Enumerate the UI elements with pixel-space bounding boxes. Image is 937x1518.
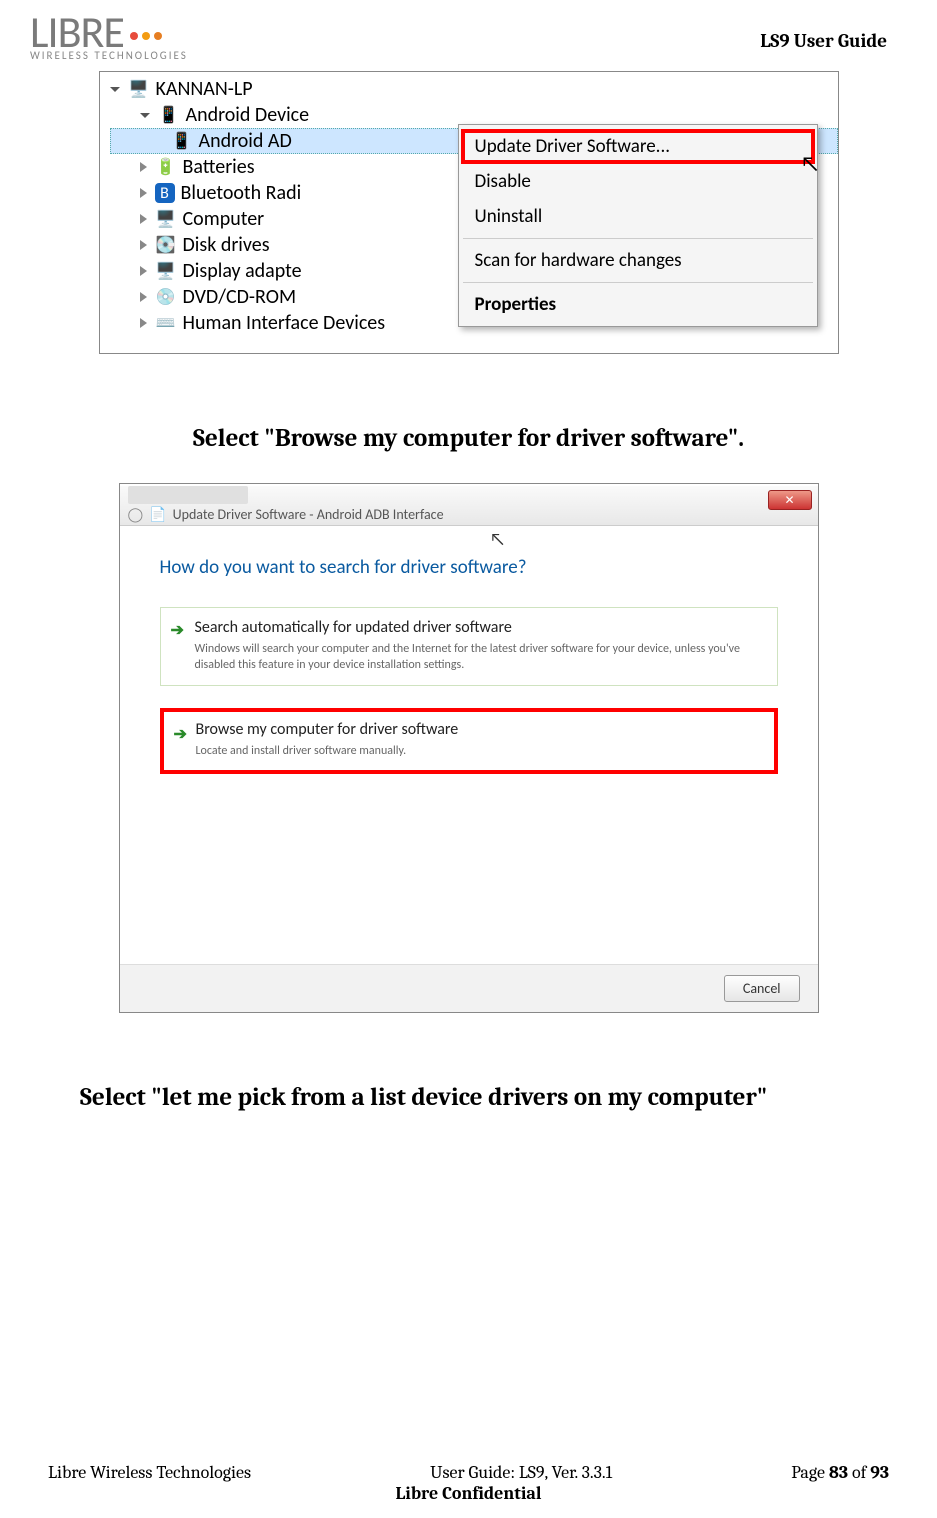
menu-item-label: Disable (475, 170, 531, 193)
menu-properties[interactable]: Properties (461, 287, 815, 322)
page-label: Page (791, 1462, 829, 1483)
footer-confidential: Libre Confidential (396, 1483, 542, 1504)
device-icon: 📄 (149, 506, 166, 523)
cancel-label: Cancel (743, 980, 781, 997)
option-title: Browse my computer for driver software (196, 720, 762, 739)
option-desc: Windows will search your computer and th… (195, 641, 763, 673)
expand-icon (140, 113, 150, 118)
collapse-icon (140, 188, 147, 198)
wizard-body: How do you want to search for driver sof… (120, 526, 818, 774)
menu-item-label: Properties (475, 293, 557, 316)
cursor-icon: ↖ (800, 150, 819, 177)
tree-item-label: Display adapte (183, 259, 302, 283)
menu-uninstall[interactable]: Uninstall (461, 199, 815, 234)
collapse-icon (140, 318, 147, 328)
menu-disable[interactable]: Disable (461, 164, 815, 199)
tree-root-label: KANNAN-LP (156, 77, 253, 101)
tree-item-label: Bluetooth Radi (181, 181, 302, 205)
logo-subtext: WIRELESS TECHNOLOGIES (30, 50, 188, 61)
wizard-title-row: ◯ 📄 Update Driver Software - Android ADB… (128, 506, 818, 523)
computer-icon: 🖥️ (155, 209, 177, 229)
cancel-button[interactable]: Cancel (724, 975, 800, 1002)
collapse-icon (140, 292, 147, 302)
doc-title: LS9 User Guide (760, 30, 887, 52)
bluetooth-icon: B (155, 183, 175, 203)
collapse-icon (140, 214, 147, 224)
logo: LIBRE WIRELESS TECHNOLOGIES (30, 10, 188, 61)
option-search-auto[interactable]: ➔ Search automatically for updated drive… (160, 607, 778, 686)
logo-dots-icon (130, 32, 162, 40)
page-header: LIBRE WIRELESS TECHNOLOGIES LS9 User Gui… (0, 0, 937, 61)
instruction-text: Select "let me pick from a list device d… (80, 1083, 897, 1112)
tree-item-label: DVD/CD-ROM (183, 285, 297, 309)
arrow-icon: ➔ (174, 724, 187, 744)
menu-item-label: Uninstall (475, 205, 543, 228)
tree-root[interactable]: 🖥️ KANNAN-LP (110, 76, 838, 102)
wizard-title: Update Driver Software - Android ADB Int… (173, 506, 444, 523)
menu-separator (463, 282, 813, 283)
wizard-heading: How do you want to search for driver sof… (160, 556, 778, 579)
tree-item-label: Computer (183, 207, 265, 231)
option-title: Search automatically for updated driver … (195, 618, 763, 637)
menu-update-driver[interactable]: Update Driver Software... (461, 129, 815, 164)
footer-company: Libre Wireless Technologies (48, 1462, 251, 1483)
footer-page: Page 83 of 93 (791, 1462, 889, 1483)
menu-item-label: Update Driver Software... (475, 135, 671, 158)
collapse-icon (140, 266, 147, 276)
disk-icon: 💽 (155, 235, 177, 255)
close-icon: ✕ (784, 493, 794, 508)
tree-item-label: Human Interface Devices (183, 311, 386, 335)
footer-version: User Guide: LS9, Ver. 3.3.1 (430, 1462, 612, 1483)
context-menu: Update Driver Software... Disable Uninst… (458, 124, 818, 327)
menu-scan[interactable]: Scan for hardware changes (461, 243, 815, 278)
computer-icon: 🖥️ (128, 79, 150, 99)
menu-separator (463, 238, 813, 239)
logo-main-text: LIBRE (30, 10, 124, 54)
expand-icon (110, 87, 120, 92)
page-current: 83 (829, 1462, 848, 1483)
page-total: 93 (870, 1462, 889, 1483)
cursor-icon: ↖ (490, 528, 506, 550)
back-icon[interactable]: ◯ (128, 506, 144, 523)
page-of: of (848, 1462, 870, 1483)
display-icon: 🖥️ (155, 261, 177, 281)
driver-wizard-screenshot: ◯ 📄 Update Driver Software - Android ADB… (119, 483, 819, 1013)
footer-row: Libre Wireless Technologies User Guide: … (0, 1462, 937, 1483)
tree-item-label: Disk drives (183, 233, 270, 257)
menu-item-label: Scan for hardware changes (475, 249, 682, 272)
close-button[interactable]: ✕ (768, 490, 812, 510)
tree-item-label: Batteries (183, 155, 255, 179)
hid-icon: ⌨️ (155, 313, 177, 333)
collapse-icon (140, 240, 147, 250)
collapse-icon (140, 162, 147, 172)
logo-text: LIBRE (30, 10, 188, 54)
tree-item-label: Android Device (186, 103, 310, 127)
option-browse-computer[interactable]: ➔ Browse my computer for driver software… (160, 708, 778, 773)
option-desc: Locate and install driver software manua… (196, 743, 762, 759)
titlebar-blur (128, 486, 248, 504)
wizard-titlebar: ◯ 📄 Update Driver Software - Android ADB… (120, 486, 818, 526)
device-manager-screenshot: 🖥️ KANNAN-LP 📱 Android Device 📱 Android … (99, 71, 839, 354)
android-icon: 📱 (158, 105, 180, 125)
tree-item-label: Android AD (199, 129, 292, 153)
arrow-icon: ➔ (171, 620, 184, 640)
instruction-text: Select "Browse my computer for driver so… (40, 424, 897, 453)
page-footer: Libre Wireless Technologies User Guide: … (0, 1462, 937, 1504)
battery-icon: 🔋 (155, 157, 177, 177)
dvd-icon: 💿 (155, 287, 177, 307)
device-icon: 📱 (171, 131, 193, 151)
wizard-footer: Cancel (120, 964, 818, 1012)
